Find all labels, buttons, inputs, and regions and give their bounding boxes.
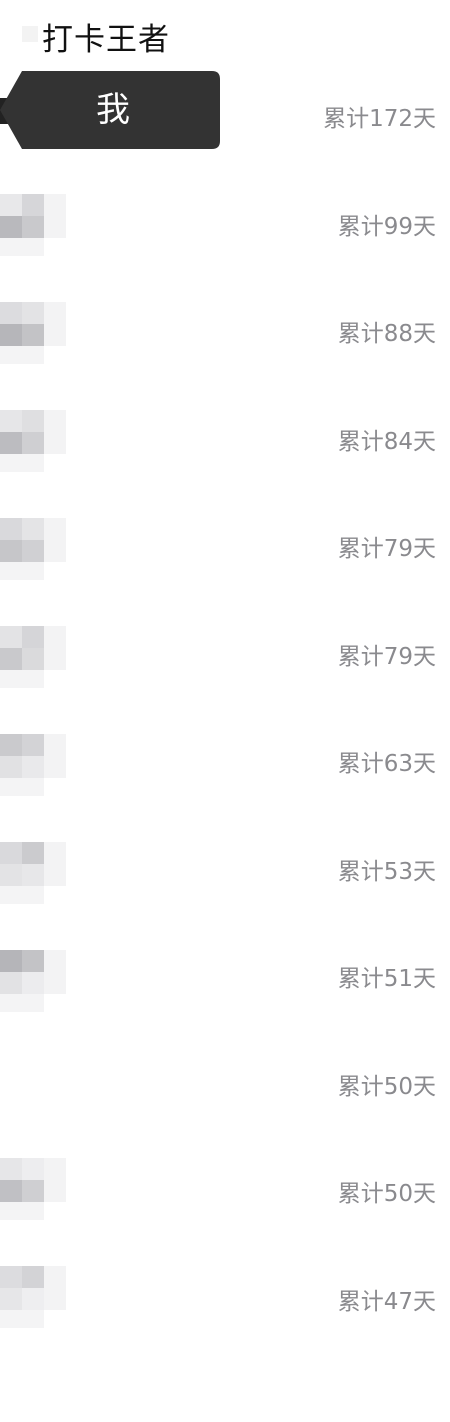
avatar: [0, 194, 70, 264]
avatar: [0, 626, 70, 696]
avatar: [0, 950, 70, 1020]
checkin-days: 累计51天: [337, 966, 436, 992]
checkin-days: 累计63天: [337, 751, 436, 777]
avatar: [0, 302, 70, 372]
avatar: [0, 410, 70, 480]
checkin-days: 累计47天: [337, 1289, 436, 1315]
avatar: [0, 842, 70, 912]
checkin-days: 累计88天: [337, 321, 436, 347]
avatar: [0, 518, 70, 588]
avatar: [0, 1266, 70, 1336]
title-icon-placeholder: [22, 26, 38, 42]
ranking-row[interactable]: 累计50天: [0, 1057, 450, 1117]
checkin-days: 累计84天: [337, 429, 436, 455]
page-title: 打卡王者: [42, 22, 170, 58]
checkin-days: 累计79天: [337, 536, 436, 562]
checkin-days: 累计99天: [337, 214, 436, 240]
checkin-days: 累计79天: [337, 644, 436, 670]
my-rank-label: 我: [96, 90, 130, 130]
avatar: [0, 734, 70, 804]
avatar: [0, 1158, 70, 1228]
checkin-days: 累计53天: [337, 859, 436, 885]
checkin-days: 累计50天: [337, 1074, 436, 1100]
checkin-days: 累计172天: [323, 106, 436, 132]
checkin-days: 累计50天: [337, 1181, 436, 1207]
my-rank-tag: 我: [0, 71, 220, 149]
